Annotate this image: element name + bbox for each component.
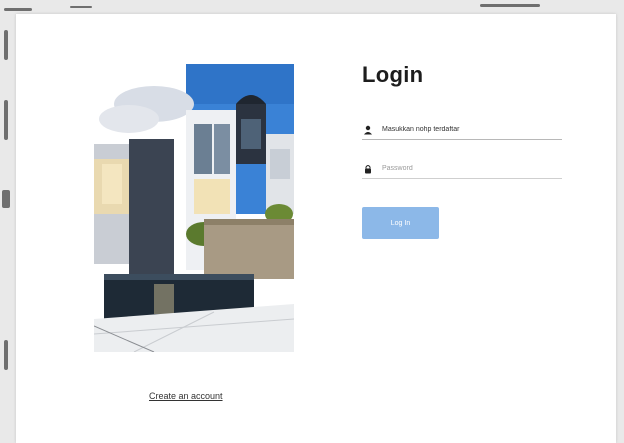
password-input[interactable] [382, 165, 552, 172]
user-icon [362, 124, 374, 136]
create-account-link[interactable]: Create an account [149, 391, 223, 401]
backdrop-smear [4, 30, 8, 60]
login-button[interactable]: Log In [362, 207, 439, 239]
house-image [94, 64, 294, 352]
backdrop-smear [480, 4, 540, 7]
password-field[interactable] [362, 159, 562, 179]
page-title: Login [362, 62, 424, 87]
lock-icon [362, 163, 374, 175]
backdrop-smear [4, 340, 8, 370]
username-input[interactable] [382, 126, 552, 133]
backdrop-smear [4, 100, 8, 140]
house-illustration [94, 64, 294, 352]
backdrop-smear [4, 8, 32, 11]
backdrop-smear [2, 190, 10, 208]
backdrop-smear [70, 6, 92, 8]
login-card: Create an account Login Log In [16, 14, 616, 443]
username-field[interactable] [362, 120, 562, 140]
